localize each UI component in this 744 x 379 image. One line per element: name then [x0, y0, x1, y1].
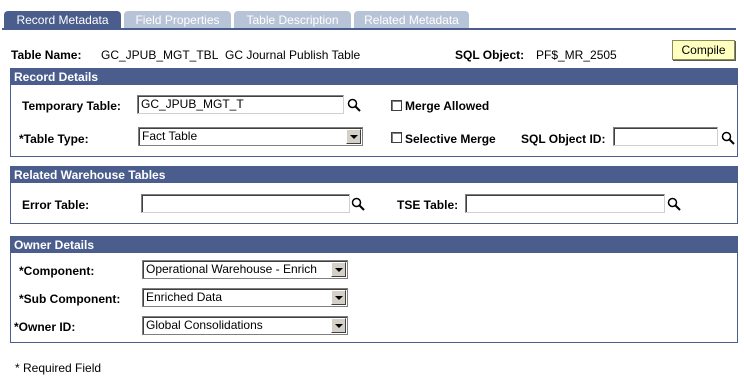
tse-table-input[interactable] [465, 194, 665, 213]
owner-id-label: *Owner ID: [14, 320, 76, 334]
merge-allowed-label: Merge Allowed [405, 99, 490, 113]
component-value: Operational Warehouse - Enrich [146, 262, 317, 276]
table-description: GC Journal Publish Table [225, 48, 361, 62]
tab-record-metadata[interactable]: Record Metadata [4, 11, 121, 29]
owner-id-value: Global Consolidations [146, 318, 263, 332]
magnifier-icon[interactable] [351, 197, 365, 211]
tab-table-description[interactable]: Table Description [234, 11, 351, 29]
related-tables-title: Related Warehouse Tables [11, 167, 737, 183]
error-table-label: Error Table: [22, 198, 90, 212]
chevron-down-icon[interactable] [331, 290, 346, 305]
sub-component-value: Enriched Data [146, 290, 223, 304]
magnifier-icon[interactable] [347, 98, 361, 112]
table-type-value: Fact Table [142, 129, 198, 143]
owner-details-group: Owner Details [10, 236, 738, 343]
tab-related-metadata[interactable]: Related Metadata [354, 11, 469, 29]
chevron-down-icon[interactable] [331, 318, 346, 333]
sub-component-select[interactable]: Enriched Data [142, 288, 348, 307]
magnifier-icon[interactable] [721, 131, 735, 145]
sql-object-id-label: SQL Object ID: [521, 132, 606, 146]
error-table-input[interactable] [141, 194, 350, 213]
sql-object-id-input[interactable] [613, 127, 718, 146]
owner-id-select[interactable]: Global Consolidations [142, 316, 348, 335]
chevron-down-icon[interactable] [331, 262, 346, 277]
temp-table-input[interactable]: GC_JPUB_MGT_T [137, 95, 344, 114]
merge-allowed-checkbox[interactable] [391, 100, 402, 111]
magnifier-icon[interactable] [667, 197, 681, 211]
component-label: *Component: [19, 264, 95, 278]
selective-merge-label: Selective Merge [405, 132, 496, 146]
component-select[interactable]: Operational Warehouse - Enrich [142, 260, 348, 279]
record-details-title: Record Details [11, 69, 737, 85]
table-type-label: *Table Type: [19, 132, 89, 146]
chevron-down-icon[interactable] [346, 129, 361, 144]
table-name-value: GC_JPUB_MGT_TBL [101, 48, 219, 62]
tab-underline [2, 28, 736, 30]
selective-merge-checkbox[interactable] [391, 132, 402, 143]
table-type-select[interactable]: Fact Table [138, 127, 363, 146]
required-field-note: * Required Field [15, 361, 102, 375]
tse-table-label: TSE Table: [397, 198, 459, 212]
compile-button[interactable]: Compile [672, 40, 735, 60]
temp-table-label: Temporary Table: [22, 99, 121, 113]
tab-field-properties[interactable]: Field Properties [124, 11, 231, 29]
sub-component-label: *Sub Component: [19, 292, 121, 306]
table-name-label: Table Name: [11, 48, 82, 62]
sql-object-value: PF$_MR_2505 [536, 48, 617, 62]
owner-details-title: Owner Details [11, 237, 737, 253]
sql-object-label: SQL Object: [455, 48, 525, 62]
